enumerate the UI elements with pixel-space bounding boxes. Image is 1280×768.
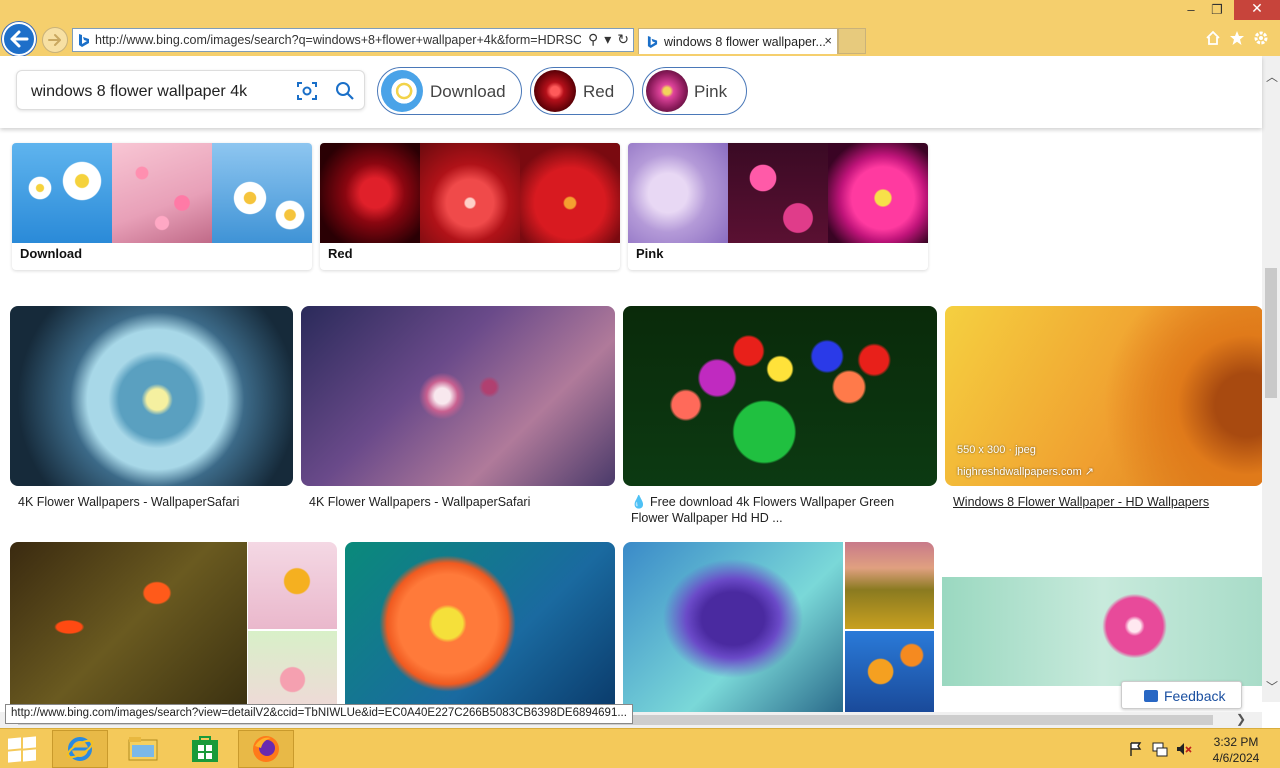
grape-hyacinth-image	[623, 542, 843, 712]
related-search-card-red[interactable]: Red	[320, 143, 620, 270]
internet-explorer-taskbar-button[interactable]	[52, 730, 108, 768]
minimize-button[interactable]: –	[1180, 2, 1202, 20]
image-result-3[interactable]	[623, 306, 937, 486]
browser-titlebar: – ❐ ✕ http://www.bing.com/images/search?…	[0, 0, 1280, 56]
suggestion-pill-red[interactable]: Red	[530, 67, 634, 115]
arrow-left-icon	[10, 30, 29, 48]
start-button[interactable]	[8, 736, 38, 763]
system-tray	[1128, 741, 1192, 757]
home-icon[interactable]	[1204, 28, 1222, 48]
sunflower-field-image	[845, 542, 934, 629]
vertical-scrollbar[interactable]: ︿ ﹀	[1262, 56, 1280, 702]
bing-logo-icon	[79, 34, 89, 47]
clock-time: 3:32 PM	[1213, 735, 1259, 749]
search-icon[interactable]: ⚲	[588, 31, 598, 48]
page-viewport: windows 8 flower wallpaper 4k Download R…	[0, 56, 1280, 728]
store-taskbar-button[interactable]	[177, 730, 233, 768]
image-result-1[interactable]	[10, 306, 293, 486]
browser-tab[interactable]: windows 8 flower wallpaper... ×	[638, 28, 838, 54]
image-result-4[interactable]: 550 x 300 · jpeg highreshdwallpapers.com…	[945, 306, 1263, 486]
action-center-flag-icon[interactable]	[1128, 741, 1144, 757]
visual-search-icon[interactable]	[296, 81, 318, 101]
scroll-down-icon[interactable]: ﹀	[1266, 678, 1278, 695]
pill-label: Download	[430, 82, 506, 101]
pill-label: Red	[583, 82, 615, 101]
close-window-button[interactable]: ✕	[1234, 0, 1280, 20]
feedback-icon	[1144, 690, 1158, 702]
search-input[interactable]: windows 8 flower wallpaper 4k	[16, 70, 365, 110]
search-query-text[interactable]: windows 8 flower wallpaper 4k	[31, 83, 247, 101]
network-icon[interactable]	[1152, 741, 1168, 757]
volume-muted-icon[interactable]	[1176, 741, 1192, 757]
firefox-icon	[253, 736, 279, 762]
feedback-label: Feedback	[1164, 688, 1226, 704]
image-size-label: 550 x 300 · jpeg	[957, 444, 1036, 456]
close-tab-icon[interactable]: ×	[824, 33, 832, 48]
related-label: Pink	[636, 246, 664, 261]
dropdown-arrow-icon[interactable]: ▾	[604, 31, 611, 48]
firefox-taskbar-button[interactable]	[238, 730, 294, 768]
search-icon[interactable]	[335, 81, 355, 101]
image-result-6[interactable]	[345, 542, 615, 712]
suggestion-pill-pink[interactable]: Pink	[642, 67, 747, 115]
feedback-button[interactable]: Feedback	[1121, 681, 1242, 709]
related-images	[12, 143, 312, 243]
result-caption-4[interactable]: Windows 8 Flower Wallpaper - HD Wallpape…	[953, 494, 1209, 510]
pill-thumbnail	[646, 70, 688, 112]
refresh-icon[interactable]: ↻	[617, 31, 629, 48]
maximize-button[interactable]: ❐	[1206, 2, 1228, 20]
result-caption-3[interactable]: 💧 Free download 4k Flowers Wallpaper Gre…	[631, 494, 931, 526]
related-search-card-download[interactable]: Download	[12, 143, 312, 270]
scroll-up-icon[interactable]: ︿	[1266, 68, 1278, 85]
bing-search-header: windows 8 flower wallpaper 4k Download R…	[0, 56, 1262, 128]
related-images	[320, 143, 620, 243]
bing-logo-icon	[647, 36, 658, 48]
windows-taskbar: 3:32 PM 4/6/2024	[0, 728, 1280, 768]
related-label: Download	[20, 246, 83, 261]
file-explorer-taskbar-button[interactable]	[115, 730, 171, 768]
settings-gear-icon[interactable]	[1252, 28, 1270, 48]
scroll-right-icon[interactable]: ❯	[1236, 712, 1246, 726]
pill-label: Pink	[694, 82, 728, 101]
image-result-5[interactable]	[10, 542, 337, 712]
new-tab-button[interactable]	[838, 28, 866, 54]
result-caption-2[interactable]: 4K Flower Wallpapers - WallpaperSafari	[309, 494, 530, 510]
image-result-8[interactable]	[942, 577, 1263, 686]
result-caption-1[interactable]: 4K Flower Wallpapers - WallpaperSafari	[18, 494, 239, 510]
favorites-star-icon[interactable]	[1228, 28, 1246, 48]
clock-date: 4/6/2024	[1212, 751, 1260, 765]
folder-icon	[128, 737, 158, 761]
image-result-7[interactable]	[623, 542, 934, 712]
system-clock[interactable]: 3:32 PM 4/6/2024	[1205, 734, 1267, 766]
image-source-label[interactable]: highreshdwallpapers.com ↗	[957, 465, 1094, 478]
related-label: Red	[328, 246, 353, 261]
flower-image	[248, 631, 337, 712]
tulip-image	[10, 542, 247, 712]
status-bar-url: http://www.bing.com/images/search?view=d…	[5, 704, 633, 724]
address-url[interactable]: http://www.bing.com/images/search?q=wind…	[95, 33, 581, 47]
pill-thumbnail	[534, 70, 576, 112]
internet-explorer-icon	[66, 737, 94, 761]
related-images	[628, 143, 928, 243]
suggestion-pill-download[interactable]: Download	[377, 67, 522, 115]
store-icon	[192, 736, 218, 762]
pill-thumbnail	[381, 70, 423, 112]
arrow-right-icon	[48, 34, 61, 46]
scrollbar-thumb[interactable]	[1265, 268, 1277, 398]
forward-button[interactable]	[42, 27, 68, 53]
back-button[interactable]	[2, 22, 36, 56]
image-result-2[interactable]	[301, 306, 615, 486]
tab-title: windows 8 flower wallpaper...	[664, 35, 826, 49]
address-bar[interactable]: http://www.bing.com/images/search?q=wind…	[72, 28, 634, 52]
poppy-image	[845, 631, 934, 712]
related-search-card-pink[interactable]: Pink	[628, 143, 928, 270]
flower-image	[248, 542, 337, 629]
